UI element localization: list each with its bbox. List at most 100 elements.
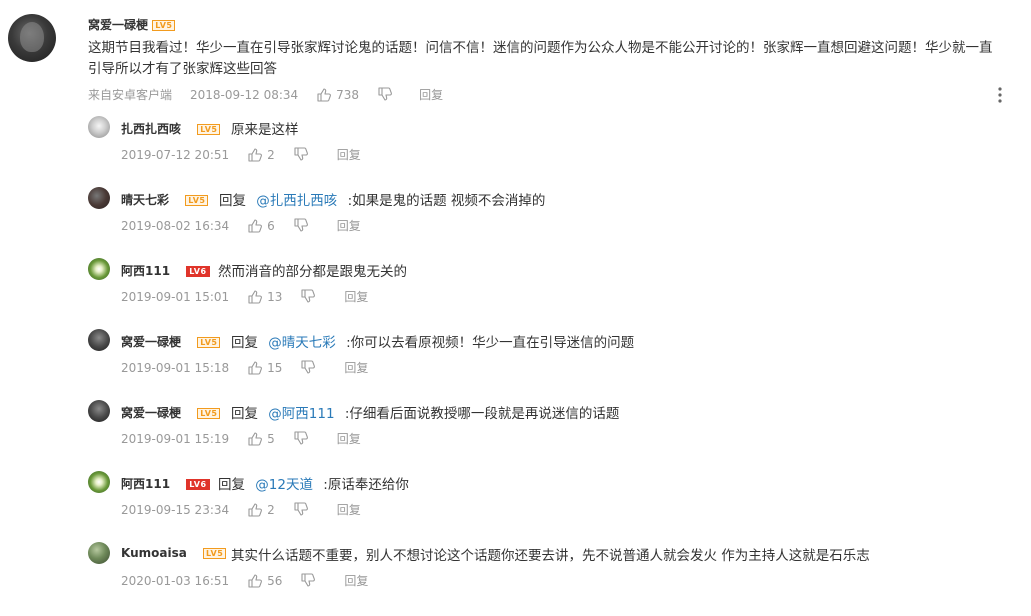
like-button[interactable]: 738 [316,87,359,102]
username[interactable]: 阿西111 [121,477,170,491]
thumbs-down-icon [293,218,308,233]
reply-prefix: 回复 [219,193,246,209]
thumbs-up-icon [247,573,263,588]
thumbs-down-icon [293,147,308,162]
timestamp: 2019-07-12 20:51 [121,147,230,162]
reply-prefix: 回复 [218,477,245,493]
dislike-button[interactable] [300,573,320,588]
comment-meta: 来自安卓客户端 2018-09-12 08:34 738 回复 [88,86,461,103]
reply-button[interactable]: 回复 [419,86,443,103]
thumbs-up-icon [247,431,263,446]
username[interactable]: 窝爱一碌梗 [121,335,181,349]
avatar[interactable] [88,116,110,138]
username[interactable]: Kumoaisa [121,546,187,560]
level-badge: LV6 [186,479,210,490]
reply-user-row: Kumoaisa LV5 [121,546,227,560]
mention-link[interactable]: @扎西扎西咳 [256,193,337,209]
reply-button[interactable]: 回复 [337,146,361,163]
dislike-button[interactable] [293,502,313,517]
reply-button[interactable]: 回复 [344,572,368,589]
avatar[interactable] [88,471,110,493]
reply-body: 其实什么话题不重要，别人不想讨论这个话题你还要去讲，先不说普通人就会发火 作为主… [231,548,870,564]
like-button[interactable]: 6 [247,218,275,233]
reply-text: 回复 @晴天七彩 :你可以去看原视频！华少一直在引导迷信的问题 [231,331,634,351]
mention-link[interactable]: @晴天七彩 [268,335,336,351]
main-comment: 窝爱一碌梗 LV5 这期节目我看过！华少一直在引导张家辉讨论鬼的话题！问信不信！… [0,0,1031,108]
reply-text: 回复 @12天道 :原话奉还给你 [218,473,409,493]
dislike-button[interactable] [293,431,313,446]
timestamp: 2019-09-01 15:19 [121,431,230,446]
level-badge: LV5 [203,548,227,559]
reply-button[interactable]: 回复 [344,359,368,376]
like-count: 738 [336,87,360,102]
timestamp: 2019-09-01 15:18 [121,360,230,375]
reply-prefix: 回复 [231,335,258,351]
reply-body: 原来是这样 [231,122,299,138]
reply-text: 回复 @阿西111 :仔细看后面说教授哪一段就是再说迷信的话题 [231,402,619,422]
level-badge: LV5 [152,20,176,31]
level-badge: LV6 [186,266,210,277]
thumbs-down-icon [300,573,316,588]
username[interactable]: 扎西扎西咳 [121,122,181,136]
reply-user-row: 扎西扎西咳 LV5 [121,120,221,137]
reply-user-row: 窝爱一碌梗 LV5 [121,404,221,421]
reply-prefix: 回复 [231,406,258,422]
like-button[interactable]: 2 [247,147,275,162]
reply-button[interactable]: 回复 [337,217,361,234]
timestamp: 2020-01-03 16:51 [121,573,230,588]
thumbs-down-icon [300,360,316,375]
like-count: 5 [267,431,275,446]
avatar[interactable] [88,258,110,280]
reply-button[interactable]: 回复 [337,501,361,518]
like-button[interactable]: 2 [247,502,275,517]
username[interactable]: 窝爱一碌梗 [88,18,148,32]
like-button[interactable]: 56 [247,573,282,588]
thumbs-down-icon [300,289,316,304]
like-count: 2 [267,147,275,162]
avatar[interactable] [88,542,110,564]
thumbs-up-icon [247,147,263,162]
reply-user-row: 晴天七彩 LV5 [121,191,209,208]
reply-meta: 2019-09-01 15:19 5 回复 [121,430,379,447]
like-button[interactable]: 5 [247,431,275,446]
reply-button[interactable]: 回复 [337,430,361,447]
reply-item: Kumoaisa LV5 其实什么话题不重要，别人不想讨论这个话题你还要去讲，先… [0,534,1031,604]
like-count: 15 [267,360,283,375]
reply-meta: 2019-09-01 15:18 15 回复 [121,359,386,376]
avatar[interactable] [8,14,56,62]
thumbs-up-icon [247,502,263,517]
reply-user-row: 阿西111 LV6 [121,475,210,492]
reply-item: 阿西111 LV6 然而消音的部分都是跟鬼无关的 2019-09-01 15:0… [0,250,1031,320]
avatar[interactable] [88,329,110,351]
avatar[interactable] [88,187,110,209]
timestamp: 2018-09-12 08:34 [190,87,299,102]
timestamp: 2019-09-15 23:34 [121,502,230,517]
reply-item: 阿西111 LV6 回复 @12天道 :原话奉还给你 2019-09-15 23… [0,463,1031,533]
dislike-button[interactable] [377,87,397,102]
thumbs-up-icon [316,87,332,102]
like-button[interactable]: 13 [247,289,282,304]
like-button[interactable]: 15 [247,360,282,375]
dislike-button[interactable] [293,147,313,162]
reply-button[interactable]: 回复 [344,288,368,305]
reply-user-row: 阿西111 LV6 [121,262,210,279]
dislike-button[interactable] [293,218,313,233]
thumbs-down-icon [293,431,308,446]
dislike-button[interactable] [300,289,320,304]
reply-body: 然而消音的部分都是跟鬼无关的 [218,264,407,280]
reply-meta: 2019-09-15 23:34 2 回复 [121,501,379,518]
username[interactable]: 窝爱一碌梗 [121,406,181,420]
dislike-button[interactable] [300,360,320,375]
reply-body: :原话奉还给你 [323,477,409,493]
avatar[interactable] [88,400,110,422]
mention-link[interactable]: @阿西111 [268,406,334,422]
like-count: 6 [267,218,275,233]
reply-meta: 2020-01-03 16:51 56 回复 [121,572,386,589]
username[interactable]: 晴天七彩 [121,193,169,207]
username[interactable]: 阿西111 [121,264,170,278]
more-vertical-icon[interactable] [994,86,1006,104]
reply-body: :仔细看后面说教授哪一段就是再说迷信的话题 [344,406,620,422]
like-count: 56 [267,573,283,588]
thumbs-up-icon [247,289,263,304]
mention-link[interactable]: @12天道 [255,477,313,493]
